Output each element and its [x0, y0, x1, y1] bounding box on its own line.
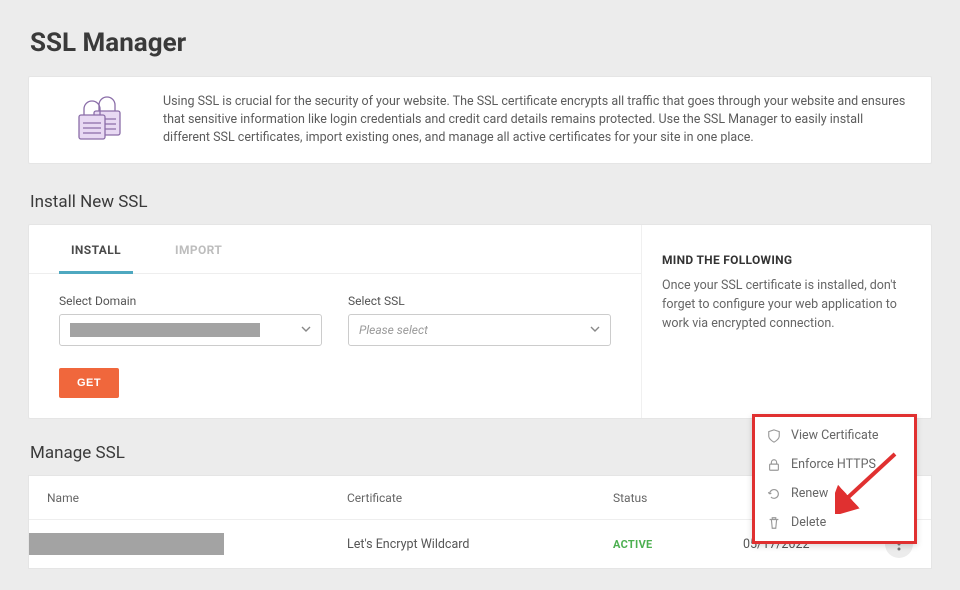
chevron-down-icon: [590, 324, 600, 337]
row-actions-menu: View Certificate Enforce HTTPS Renew Del…: [752, 414, 917, 544]
ssl-placeholder: Please select: [359, 323, 428, 337]
shield-icon: [767, 429, 781, 443]
trash-icon: [767, 516, 781, 530]
refresh-icon: [767, 487, 781, 501]
ssl-label: Select SSL: [348, 294, 611, 308]
sidebar-title: MIND THE FOLLOWING: [662, 253, 905, 267]
menu-delete[interactable]: Delete: [755, 508, 914, 537]
row-certificate: Let's Encrypt Wildcard: [347, 537, 613, 552]
domain-select[interactable]: [59, 314, 322, 346]
page-title: SSL Manager: [2, 0, 958, 76]
install-card: INSTALL IMPORT Select Domain Select SSL …: [28, 224, 932, 419]
row-name-redacted: [29, 533, 224, 555]
status-badge: ACTIVE: [613, 538, 743, 551]
lock-icon: [767, 458, 781, 472]
menu-label: View Certificate: [791, 428, 879, 443]
menu-enforce-https[interactable]: Enforce HTTPS: [755, 450, 914, 479]
menu-label: Enforce HTTPS: [791, 457, 876, 472]
domain-value-redacted: [70, 323, 260, 337]
install-sidebar: MIND THE FOLLOWING Once your SSL certifi…: [641, 225, 931, 418]
tab-import[interactable]: IMPORT: [163, 225, 234, 273]
menu-renew[interactable]: Renew: [755, 479, 914, 508]
sidebar-text: Once your SSL certificate is installed, …: [662, 277, 905, 333]
tab-install[interactable]: INSTALL: [59, 225, 133, 274]
menu-view-certificate[interactable]: View Certificate: [755, 421, 914, 450]
domain-label: Select Domain: [59, 294, 322, 308]
install-tabs: INSTALL IMPORT: [29, 225, 641, 274]
col-certificate: Certificate: [347, 491, 613, 505]
ssl-lock-icon: [45, 93, 127, 147]
intro-card: Using SSL is crucial for the security of…: [28, 76, 932, 164]
col-status: Status: [613, 491, 743, 505]
intro-text: Using SSL is crucial for the security of…: [163, 93, 907, 147]
col-name: Name: [47, 491, 347, 505]
install-section-title: Install New SSL: [2, 192, 958, 224]
ssl-select[interactable]: Please select: [348, 314, 611, 346]
menu-label: Renew: [791, 486, 828, 501]
chevron-down-icon: [301, 324, 311, 337]
get-button[interactable]: GET: [59, 368, 119, 398]
menu-label: Delete: [791, 515, 826, 530]
